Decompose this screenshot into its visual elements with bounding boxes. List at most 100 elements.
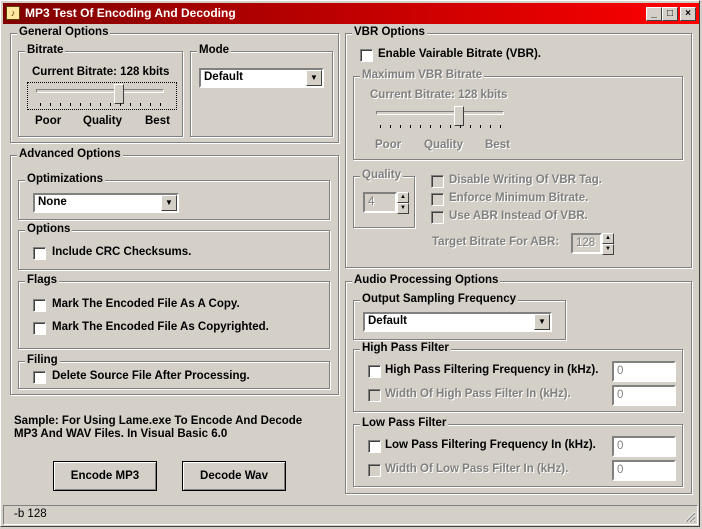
copyrighted-checkbox[interactable] — [33, 322, 46, 335]
target-bitrate-value: 128 — [576, 237, 596, 249]
maximize-button[interactable]: □ — [662, 7, 678, 21]
options-title: Options — [25, 223, 73, 235]
delete-source-checkbox[interactable] — [33, 371, 46, 384]
advanced-options-group: Advanced Options Optimizations None ▼ Op… — [10, 148, 339, 395]
quality-title: Quality — [360, 169, 403, 181]
vbr-options-title: VBR Options — [352, 26, 427, 38]
high-pass-width-checkbox[interactable] — [368, 389, 381, 402]
vbr-slider-label-best: Best — [485, 139, 510, 151]
use-abr-checkbox[interactable] — [431, 211, 444, 224]
high-pass-freq-label: High Pass Filtering Frequency in (kHz). — [385, 364, 599, 376]
enforce-min-label: Enforce Minimum Bitrate. — [449, 192, 589, 204]
vbr-bitrate-slider[interactable] — [368, 105, 518, 133]
max-vbr-bitrate-group: Maximum VBR Bitrate Current Bitrate: 128… — [353, 69, 683, 160]
copyrighted-label: Mark The Encoded File As Copyrighted. — [52, 321, 269, 333]
main-window: ♪ MP3 Test Of Encoding And Decoding _ □ … — [0, 0, 700, 527]
max-vbr-title: Maximum VBR Bitrate — [360, 69, 485, 81]
copy-label: Mark The Encoded File As A Copy. — [52, 298, 240, 310]
output-sampling-value: Default — [368, 315, 407, 327]
title-bar[interactable]: ♪ MP3 Test Of Encoding And Decoding _ □ … — [3, 3, 699, 24]
low-pass-filter-group: Low Pass Filter Low Pass Filtering Frequ… — [353, 417, 683, 487]
sample-text-line-1: Sample: For Using Lame.exe To Encode And… — [14, 415, 303, 427]
output-sampling-select[interactable]: Default ▼ — [363, 312, 552, 332]
general-options-title: General Options — [17, 26, 111, 38]
flags-group: Flags Mark The Encoded File As A Copy. M… — [18, 274, 330, 349]
output-sampling-title: Output Sampling Frequency — [360, 293, 518, 305]
advanced-options-title: Advanced Options — [17, 148, 123, 160]
quality-down-icon[interactable]: ▼ — [397, 203, 409, 214]
enable-vbr-label: Enable Vairable Bitrate (VBR). — [378, 48, 541, 60]
target-bitrate-down-icon[interactable]: ▼ — [602, 244, 614, 255]
target-bitrate-input[interactable]: 128 — [571, 233, 602, 254]
optimizations-group: Optimizations None ▼ — [18, 173, 330, 220]
target-bitrate-label: Target Bitrate For ABR: — [432, 236, 560, 248]
delete-source-label: Delete Source File After Processing. — [52, 370, 250, 382]
window-title: MP3 Test Of Encoding And Decoding — [25, 6, 236, 20]
current-bitrate-label: Current Bitrate: 128 kbits — [32, 66, 170, 78]
vbr-options-group: VBR Options Enable Vairable Bitrate (VBR… — [345, 26, 692, 268]
crc-label: Include CRC Checksums. — [52, 246, 192, 258]
encode-mp3-button[interactable]: Encode MP3 — [53, 461, 157, 491]
chevron-down-icon[interactable]: ▼ — [306, 70, 322, 86]
optimizations-title: Optimizations — [25, 173, 106, 185]
app-icon[interactable]: ♪ — [6, 6, 20, 20]
high-pass-width-label: Width Of High Pass Filter In (kHz). — [385, 388, 571, 400]
low-pass-width-checkbox[interactable] — [368, 464, 381, 477]
optimizations-select[interactable]: None ▼ — [33, 193, 179, 213]
quality-group: Quality 4 ▲ ▼ — [353, 169, 415, 228]
crc-checkbox[interactable] — [33, 247, 46, 260]
slider-label-best: Best — [145, 115, 170, 127]
disable-vbr-tag-label: Disable Writing Of VBR Tag. — [449, 174, 602, 186]
high-pass-width-input[interactable]: 0 — [612, 385, 676, 406]
copy-checkbox[interactable] — [33, 299, 46, 312]
chevron-down-icon[interactable]: ▼ — [161, 195, 177, 211]
quality-up-icon[interactable]: ▲ — [397, 192, 409, 203]
high-pass-checkbox[interactable] — [368, 365, 381, 378]
low-pass-width-input[interactable]: 0 — [612, 460, 676, 481]
enforce-min-checkbox[interactable] — [431, 193, 444, 206]
slider-label-quality: Quality — [83, 115, 122, 127]
low-pass-width-label: Width Of Low Pass Filter In (kHz). — [385, 463, 569, 475]
high-pass-freq-input[interactable]: 0 — [612, 361, 676, 382]
filing-group: Filing Delete Source File After Processi… — [18, 354, 330, 389]
status-text: -b 128 — [14, 508, 47, 520]
slider-label-poor: Poor — [35, 115, 62, 127]
bitrate-slider-thumb[interactable] — [114, 84, 124, 104]
vbr-slider-label-poor: Poor — [375, 139, 402, 151]
audio-processing-group: Audio Processing Options Output Sampling… — [345, 274, 692, 494]
chevron-down-icon[interactable]: ▼ — [534, 314, 550, 330]
low-pass-checkbox[interactable] — [368, 440, 381, 453]
enable-vbr-checkbox[interactable] — [360, 49, 373, 62]
options-group: Options Include CRC Checksums. — [18, 223, 330, 270]
vbr-slider-thumb[interactable] — [454, 106, 464, 126]
bitrate-title: Bitrate — [25, 44, 66, 56]
mode-select[interactable]: Default ▼ — [199, 68, 324, 88]
minimize-button[interactable]: _ — [646, 7, 662, 21]
decode-wav-button[interactable]: Decode Wav — [182, 461, 286, 491]
target-bitrate-up-icon[interactable]: ▲ — [602, 233, 614, 244]
high-pass-filter-title: High Pass Filter — [360, 342, 451, 354]
low-pass-freq-value: 0 — [617, 440, 624, 452]
use-abr-label: Use ABR Instead Of VBR. — [449, 210, 588, 222]
vbr-current-bitrate-label: Current Bitrate: 128 kbits — [370, 89, 508, 101]
high-pass-freq-value: 0 — [617, 365, 624, 377]
low-pass-freq-input[interactable]: 0 — [612, 436, 676, 457]
bitrate-group: Bitrate Current Bitrate: 128 kbits Poor … — [18, 44, 183, 137]
mode-group: Mode Default ▼ — [190, 44, 333, 137]
status-bar: -b 128 — [3, 505, 698, 525]
resize-grip-icon[interactable] — [684, 511, 696, 523]
optimizations-value: None — [38, 196, 67, 208]
filing-title: Filing — [25, 354, 60, 366]
high-pass-filter-group: High Pass Filter High Pass Filtering Fre… — [353, 342, 683, 412]
high-pass-width-value: 0 — [617, 389, 624, 401]
mode-value: Default — [204, 71, 243, 83]
quality-value: 4 — [368, 196, 375, 208]
disable-vbr-tag-checkbox[interactable] — [431, 175, 444, 188]
bitrate-slider[interactable] — [27, 82, 177, 110]
close-button[interactable]: × — [680, 7, 696, 21]
low-pass-filter-title: Low Pass Filter — [360, 417, 449, 429]
quality-input[interactable]: 4 — [363, 192, 397, 213]
mode-title: Mode — [197, 44, 232, 56]
vbr-slider-label-quality: Quality — [424, 139, 463, 151]
flags-title: Flags — [25, 274, 60, 286]
